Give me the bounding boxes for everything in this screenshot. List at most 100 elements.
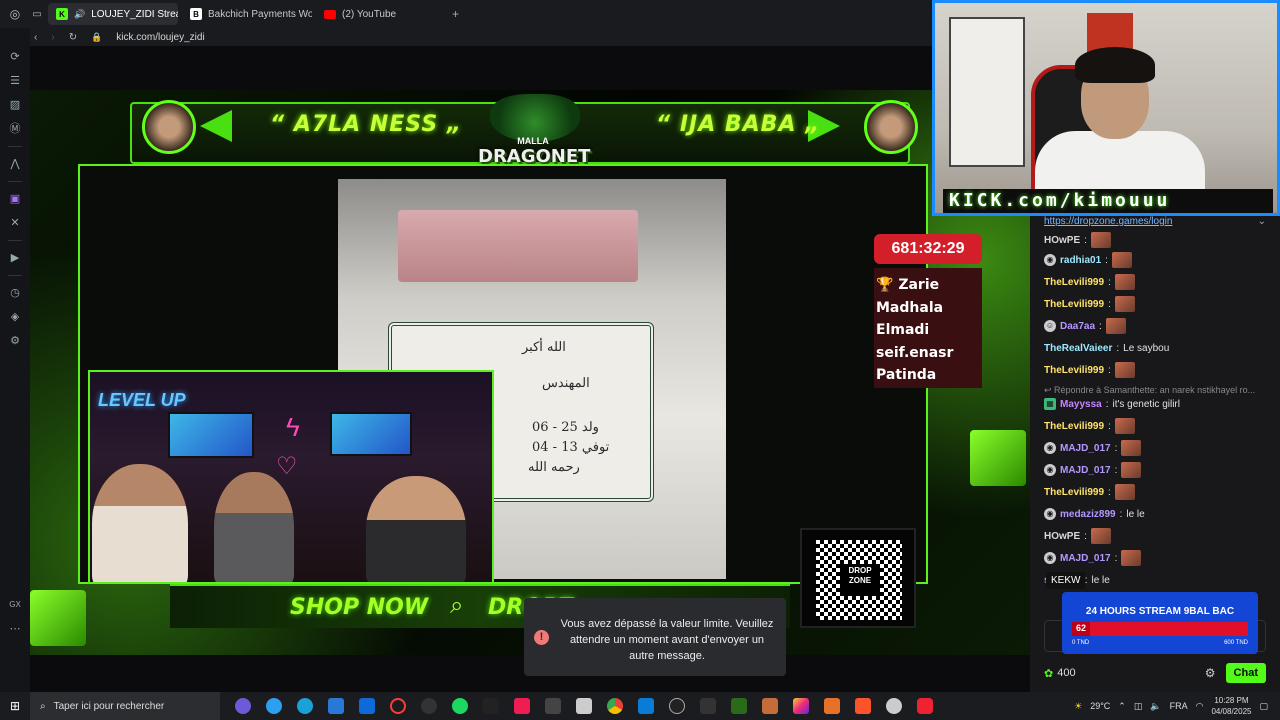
wifi-icon[interactable]: ◠	[1196, 701, 1204, 712]
chat-username[interactable]: TheLevili999	[1044, 421, 1104, 432]
tabs-menu-icon[interactable]: ▭	[30, 0, 44, 28]
x-twitter-icon[interactable]: ✕	[8, 216, 22, 230]
player-icon[interactable]: ▶	[8, 251, 22, 265]
app-icon-18[interactable]	[762, 698, 778, 714]
chat-username[interactable]: MAJD_017	[1060, 465, 1111, 476]
channel-points[interactable]: ✿ 400	[1044, 667, 1076, 680]
edge-icon[interactable]	[297, 698, 313, 714]
chat-emote-icon[interactable]	[1111, 252, 1132, 268]
pinned-link[interactable]: https://dropzone.games/login	[1044, 216, 1172, 227]
network-icon[interactable]: ◫	[1134, 701, 1143, 712]
supporter-name: Madhala	[876, 299, 944, 316]
chat-emote-icon[interactable]	[1121, 550, 1142, 566]
tiktok-icon[interactable]	[514, 698, 530, 714]
app-icon-7[interactable]	[421, 698, 437, 714]
person-1	[92, 464, 188, 582]
gx-icon[interactable]: GX	[8, 598, 22, 612]
spotify-icon[interactable]	[452, 698, 468, 714]
kick-sidebar-icon[interactable]: ⋀	[8, 157, 22, 171]
chat-username[interactable]: MAJD_017	[1060, 443, 1111, 454]
chat-emote-icon[interactable]	[1121, 440, 1142, 456]
chat-username[interactable]: HOwPE	[1044, 531, 1080, 542]
chat-emote-icon[interactable]	[1114, 362, 1135, 378]
box-icon[interactable]: ◈	[8, 310, 22, 324]
app-icon-9[interactable]	[483, 698, 499, 714]
history-icon[interactable]: ◷	[8, 286, 22, 300]
app-icon-17[interactable]	[731, 698, 747, 714]
chat-username[interactable]: radhia01	[1060, 255, 1101, 266]
new-tab-icon[interactable]: +	[452, 7, 459, 21]
windows-start-icon[interactable]: ⊞	[0, 692, 30, 720]
temperature[interactable]: 29°C	[1090, 701, 1110, 711]
shop-now-text: SHOP NOW	[290, 595, 429, 620]
app-icon-11[interactable]	[545, 698, 561, 714]
stream-player[interactable]: “ A7LA NESS „ “ IJA BABA „ MALLA DRAGONE…	[30, 90, 1030, 655]
brave-icon[interactable]	[855, 698, 871, 714]
chat-message: ◉ medaziz899: le le	[1044, 506, 1145, 522]
twitch-icon[interactable]: ▣	[8, 192, 22, 206]
chat-emote-icon[interactable]	[1114, 274, 1135, 290]
chat-emote-icon[interactable]	[1090, 528, 1111, 544]
chat-username[interactable]: medaziz899	[1060, 509, 1116, 520]
chat-emote-icon[interactable]	[1114, 484, 1135, 500]
chat-send-button[interactable]: Chat	[1225, 663, 1266, 683]
chat-settings-icon[interactable]: ⚙	[1205, 666, 1216, 680]
chat-username[interactable]: MAJD_017	[1060, 553, 1111, 564]
chat-message: ◉ MAJD_017:	[1044, 462, 1142, 478]
chat-username[interactable]: TheLevili999	[1044, 299, 1104, 310]
volume-icon[interactable]: 🔈	[1150, 701, 1161, 712]
chat-username[interactable]: Mayyssa	[1060, 399, 1102, 410]
clock[interactable]: 10:28 PM 04/08/2025	[1211, 695, 1251, 717]
qr-label: DROP ZONE	[840, 564, 880, 596]
chat-username[interactable]: HOwPE	[1044, 235, 1080, 246]
chat-message: ☺ Daa7aa:	[1044, 318, 1126, 334]
store-icon[interactable]	[328, 698, 344, 714]
chat-username[interactable]: TheRealVaieer	[1044, 343, 1112, 354]
app-icon-15[interactable]	[669, 698, 685, 714]
cleaner-icon[interactable]: ▨	[8, 98, 22, 112]
dragon-logo-icon	[490, 94, 580, 142]
chat-emote-icon[interactable]	[1121, 462, 1142, 478]
chat-username[interactable]: TheLevili999	[1044, 487, 1104, 498]
chevron-down-icon[interactable]: ⌄	[1258, 216, 1266, 227]
instagram-icon[interactable]	[793, 698, 809, 714]
taskbar-search[interactable]: ⌕ Taper ici pour rechercher	[30, 692, 220, 720]
back-icon[interactable]: ‹	[34, 32, 37, 43]
chat-emote-icon[interactable]	[1090, 232, 1111, 248]
notifications-icon[interactable]: ▢	[1259, 701, 1268, 712]
forward-icon[interactable]: ›	[51, 32, 54, 43]
vscode-icon[interactable]	[638, 698, 654, 714]
tab-youtube[interactable]: (2) YouTube	[316, 3, 446, 25]
url-field[interactable]: kick.com/loujey_zidi	[116, 32, 204, 43]
tab-loujey-stream[interactable]: K 🔊 LOUJEY_ZIDI Stream	[48, 3, 178, 25]
chat-username[interactable]: Daa7aa	[1060, 321, 1095, 332]
app-icon-2[interactable]	[266, 698, 282, 714]
app-icon-22[interactable]	[886, 698, 902, 714]
app-icon-12[interactable]	[576, 698, 592, 714]
app-icon-1[interactable]	[235, 698, 251, 714]
chat-username[interactable]: TheLevili999	[1044, 365, 1104, 376]
app-icon-16[interactable]	[700, 698, 716, 714]
chrome-icon[interactable]	[607, 698, 623, 714]
opera-gx-logo-icon[interactable]: ◎	[0, 0, 30, 28]
more-icon[interactable]: ⋯	[8, 622, 22, 636]
chat-text: le le	[1091, 574, 1110, 586]
tab-bakchich[interactable]: B Bakchich Payments Work	[182, 3, 312, 25]
refresh-icon[interactable]: ⟳	[8, 50, 22, 64]
chat-emote-icon[interactable]	[1105, 318, 1126, 334]
app-icon-20[interactable]	[824, 698, 840, 714]
chat-colon: :	[1114, 464, 1118, 476]
chat-username[interactable]: TheLevili999	[1044, 277, 1104, 288]
settings-icon[interactable]: ⚙	[8, 334, 22, 348]
reload-icon[interactable]: ↻	[69, 32, 77, 43]
chat-emote-icon[interactable]	[1114, 418, 1135, 434]
chevron-up-icon[interactable]: ⌃	[1118, 701, 1126, 712]
opera-icon[interactable]	[390, 698, 406, 714]
control-icon[interactable]: ☰	[8, 74, 22, 88]
language-indicator[interactable]: FRA	[1170, 701, 1188, 711]
app-icon-23[interactable]	[917, 698, 933, 714]
outlook-icon[interactable]	[359, 698, 375, 714]
speaker-icon[interactable]: 🔊	[74, 9, 85, 20]
m-icon[interactable]: Ⓜ	[8, 122, 22, 136]
chat-emote-icon[interactable]	[1114, 296, 1135, 312]
